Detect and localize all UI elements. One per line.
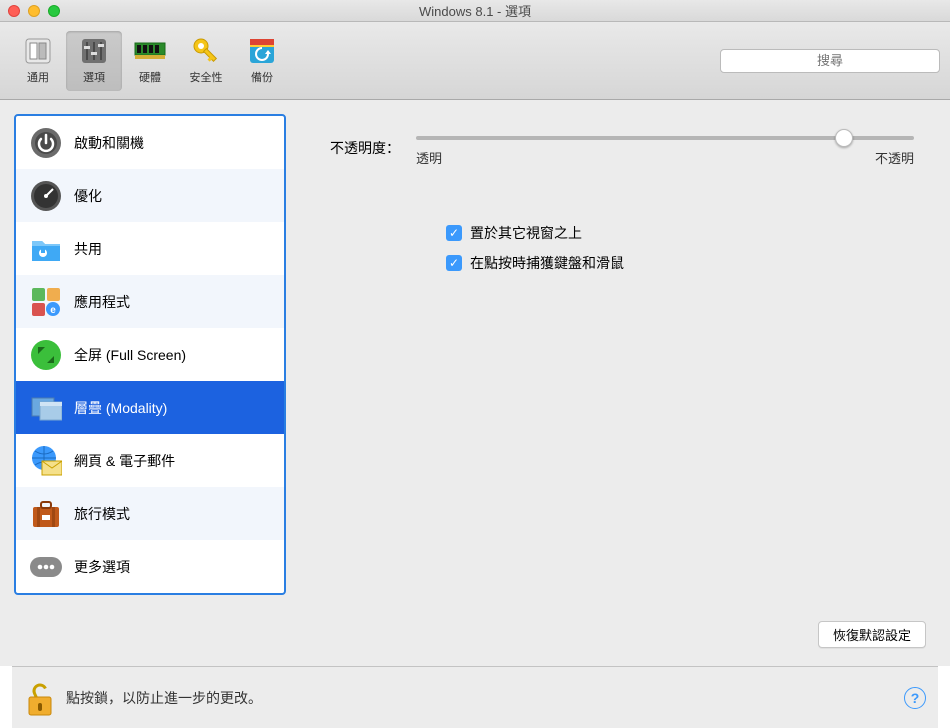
unlock-icon[interactable]	[24, 681, 54, 715]
titlebar: Windows 8.1 - 選項	[0, 0, 950, 22]
windows-stack-icon	[30, 392, 62, 424]
folder-icon	[30, 233, 62, 265]
slider-min-label: 透明	[416, 148, 442, 167]
toolbar-security[interactable]: 安全性	[178, 31, 234, 91]
lock-text: 點按鎖，以防止進一步的更改。	[66, 688, 262, 708]
backup-icon	[246, 35, 278, 67]
toolbar-general[interactable]: 通用	[10, 31, 66, 91]
restore-defaults-button[interactable]: 恢復默認設定	[818, 621, 926, 648]
key-icon	[190, 35, 222, 67]
globe-mail-icon	[30, 445, 62, 477]
power-icon	[30, 127, 62, 159]
gauge-icon	[30, 180, 62, 212]
window-title: Windows 8.1 - 選項	[0, 1, 950, 20]
sidebar-item-share[interactable]: 共用	[16, 222, 284, 275]
search-wrap	[720, 49, 940, 73]
apps-icon: e	[30, 286, 62, 318]
checkbox-on-top-label: 置於其它視窗之上	[470, 223, 582, 243]
sidebar-item-more[interactable]: 更多選項	[16, 540, 284, 593]
slider-thumb[interactable]	[835, 129, 853, 147]
zoom-window-button[interactable]	[48, 5, 60, 17]
settings-pane: 不透明度： 透明 不透明 ✓ 置於其它視窗之上 ✓ 在點按時捕獲鍵盤和滑鼠	[286, 100, 950, 666]
slider-max-label: 不透明	[875, 148, 914, 167]
ellipsis-icon	[30, 551, 62, 583]
search-input[interactable]	[720, 49, 940, 73]
close-window-button[interactable]	[8, 5, 20, 17]
toolbar-hardware[interactable]: 硬體	[122, 31, 178, 91]
opacity-slider[interactable]: 透明 不透明	[416, 128, 914, 167]
switch-icon	[22, 35, 54, 67]
sidebar-item-fullscreen[interactable]: 全屏 (Full Screen)	[16, 328, 284, 381]
sidebar: 啟動和關機 優化 共用 e 應用程式 全屏 (Full Screen) 層疊 (…	[14, 114, 286, 595]
toolbar-options[interactable]: 選項	[66, 31, 122, 91]
footer: 點按鎖，以防止進一步的更改。 ?	[12, 666, 938, 728]
sidebar-item-modality[interactable]: 層疊 (Modality)	[16, 381, 284, 434]
toolbar-backup[interactable]: 備份	[234, 31, 290, 91]
opacity-label: 不透明度：	[316, 138, 416, 158]
fullscreen-icon	[30, 339, 62, 371]
toolbar: 通用 選項 硬體 安全性 備份	[0, 22, 950, 100]
main: 啟動和關機 優化 共用 e 應用程式 全屏 (Full Screen) 層疊 (…	[0, 100, 950, 666]
sidebar-item-optimize[interactable]: 優化	[16, 169, 284, 222]
sliders-icon	[78, 35, 110, 67]
checkbox-capture-input[interactable]: ✓	[446, 255, 462, 271]
ram-icon	[134, 35, 166, 67]
checkbox-on-top[interactable]: ✓	[446, 225, 462, 241]
sidebar-item-web-mail[interactable]: 網頁 & 電子郵件	[16, 434, 284, 487]
svg-text:e: e	[50, 305, 56, 316]
sidebar-item-startup[interactable]: 啟動和關機	[16, 116, 284, 169]
sidebar-item-travel[interactable]: 旅行模式	[16, 487, 284, 540]
window-controls	[8, 5, 60, 17]
help-button[interactable]: ?	[904, 687, 926, 709]
minimize-window-button[interactable]	[28, 5, 40, 17]
checkbox-capture-input-label: 在點按時捕獲鍵盤和滑鼠	[470, 253, 624, 273]
suitcase-icon	[30, 498, 62, 530]
sidebar-item-apps[interactable]: e 應用程式	[16, 275, 284, 328]
